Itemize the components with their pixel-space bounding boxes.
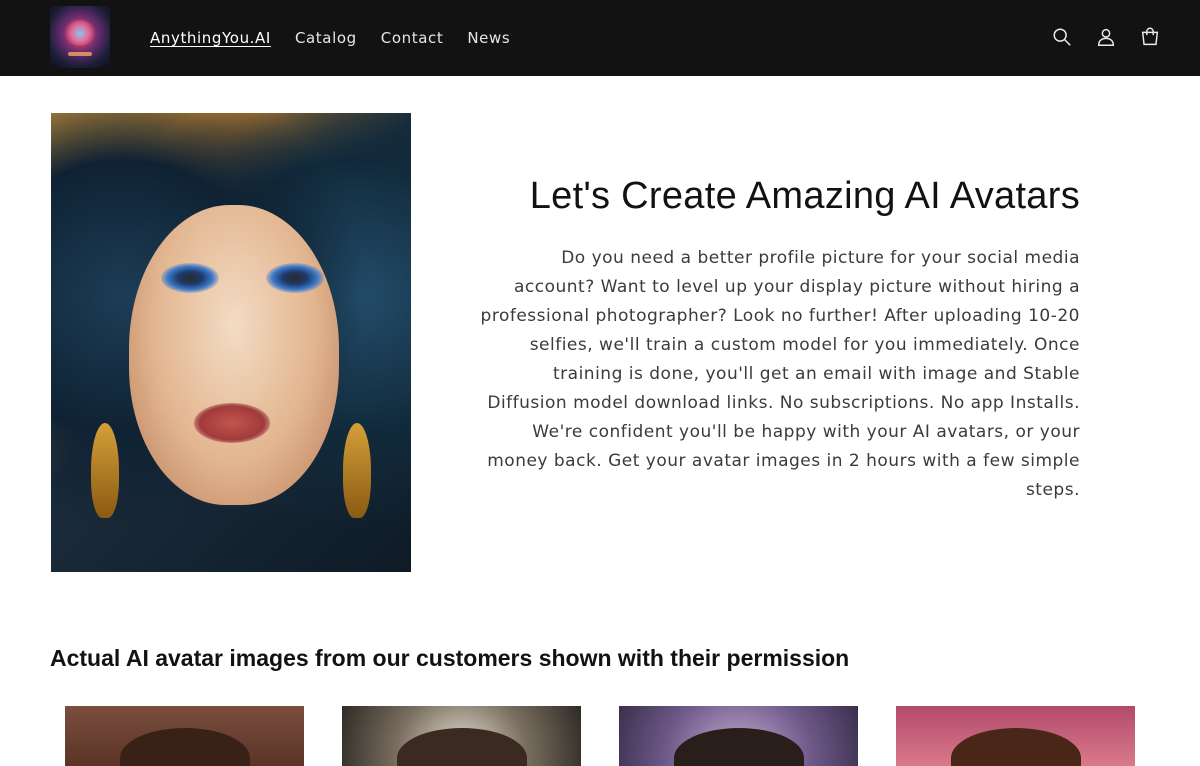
cart-button[interactable] xyxy=(1138,22,1162,52)
logo-base xyxy=(68,52,92,56)
gallery-item-3[interactable] xyxy=(619,706,858,766)
avatar-lips xyxy=(194,403,270,443)
avatar-right-eye xyxy=(266,263,324,293)
hero-description: Do you need a better profile picture for… xyxy=(480,248,1080,500)
gallery-item-2[interactable] xyxy=(342,706,581,766)
search-icon xyxy=(1053,28,1071,46)
account-button[interactable] xyxy=(1094,22,1118,52)
gallery-item-4[interactable] xyxy=(896,706,1135,766)
avatar-hair xyxy=(674,728,804,766)
site-logo[interactable] xyxy=(50,6,110,68)
avatar-gallery xyxy=(65,706,1135,766)
avatar-right-earring xyxy=(343,423,371,518)
header-icons xyxy=(1050,22,1162,52)
account-icon xyxy=(1097,28,1115,46)
avatar-hair xyxy=(951,728,1081,766)
nav-item-catalog[interactable]: Catalog xyxy=(295,29,357,47)
gallery-item-1[interactable] xyxy=(65,706,304,766)
avatar-left-eye xyxy=(161,263,219,293)
logo-brain-glow xyxy=(64,20,96,46)
nav-item-contact[interactable]: Contact xyxy=(381,29,444,47)
search-button[interactable] xyxy=(1050,22,1074,52)
gallery-title: Actual AI avatar images from our custome… xyxy=(50,645,850,671)
avatar-left-earring xyxy=(91,423,119,518)
avatar-face xyxy=(129,205,339,505)
avatar-hair xyxy=(120,728,250,766)
nav-item-home[interactable]: AnythingYou.AI xyxy=(150,29,271,47)
site-header: AnythingYou.AI Catalog Contact News xyxy=(0,0,1200,76)
hero-title: Let's Create Amazing AI Avatars xyxy=(529,175,1080,217)
cart-icon xyxy=(1141,27,1159,46)
avatar-hair xyxy=(397,728,527,766)
hero-avatar-image xyxy=(51,113,411,572)
nav-item-news[interactable]: News xyxy=(467,29,510,47)
main-nav: AnythingYou.AI Catalog Contact News xyxy=(150,0,534,76)
